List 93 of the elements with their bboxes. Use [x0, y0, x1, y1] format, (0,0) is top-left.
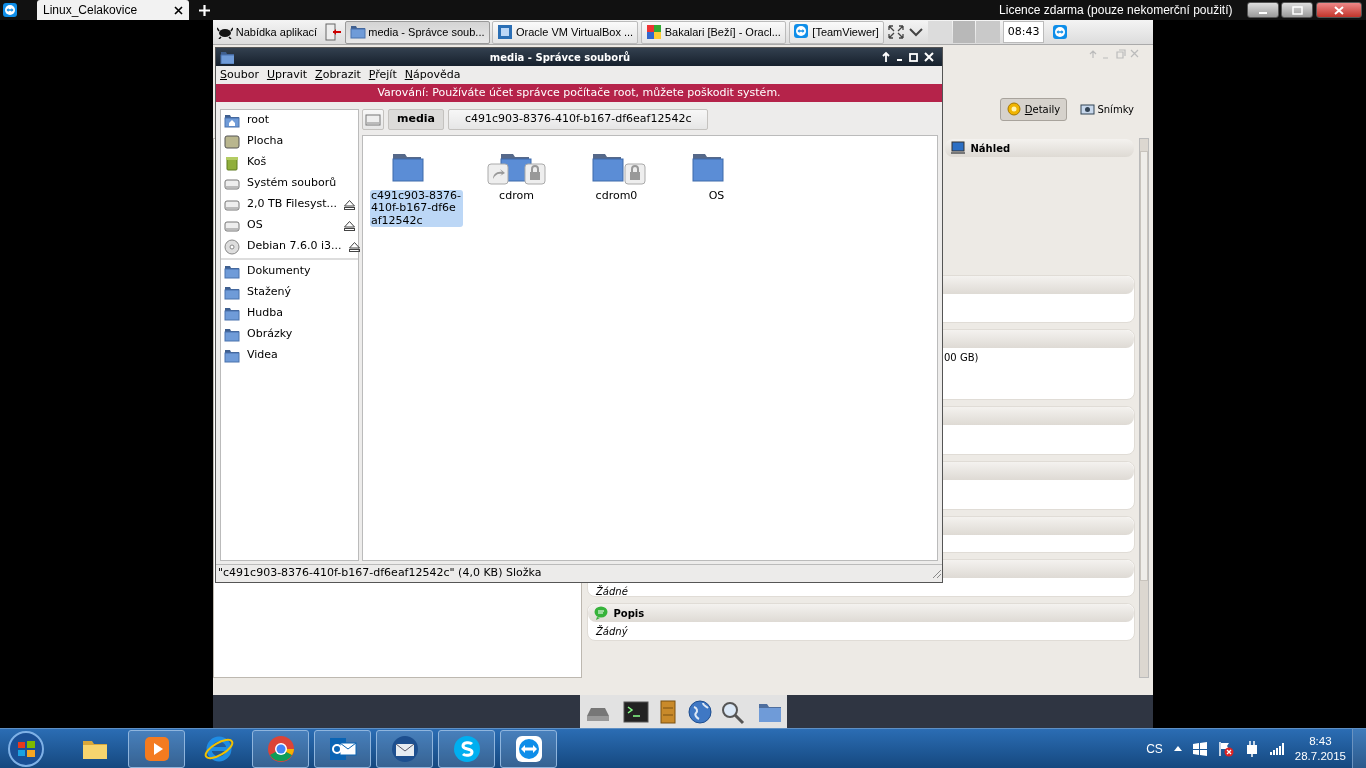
menu-item[interactable]: Přejít	[368, 66, 397, 84]
minimize-button[interactable]	[1246, 2, 1279, 18]
drive-icon	[365, 113, 381, 126]
sidebar-item[interactable]: Koš	[221, 152, 358, 173]
session-tab[interactable]: Linux_Celakovice	[37, 0, 189, 20]
monitor-icon	[951, 141, 965, 155]
taskbar-app-button[interactable]	[376, 729, 433, 768]
path-toggle-button[interactable]	[362, 109, 384, 130]
sidebar-item[interactable]: Dokumenty	[221, 261, 358, 282]
window-title: media - Správce souborů	[488, 50, 632, 65]
detail-text: Žádný	[595, 624, 629, 639]
signal-bars-icon[interactable]	[1269, 742, 1284, 755]
sidebar-item[interactable]: Videa	[221, 345, 358, 366]
scrollbar-thumb[interactable]	[1140, 151, 1148, 581]
folder-icon	[224, 305, 240, 322]
dock-globe-icon[interactable]	[686, 697, 714, 726]
sidebar-item[interactable]: Plocha	[221, 131, 358, 152]
grid-icon[interactable]	[645, 24, 662, 40]
trash-icon	[224, 154, 240, 171]
workspace-switcher[interactable]	[928, 21, 1000, 43]
windows-flag-icon[interactable]	[1192, 741, 1207, 756]
sidebar-item[interactable]: Debian 7.6.0 i3...	[221, 236, 358, 257]
plus-icon[interactable]	[199, 4, 210, 16]
folder-icon	[224, 263, 240, 280]
taskbar-app-button[interactable]	[500, 729, 557, 768]
panel-clock: 08:43	[1002, 20, 1045, 44]
taskbar-button[interactable]: [TeamViewer]	[788, 20, 884, 44]
taskbar-app-button[interactable]	[314, 729, 371, 768]
license-text: Licence zdarma (pouze nekomerční použití)	[999, 2, 1233, 19]
teamviewer-icon[interactable]	[793, 24, 810, 40]
eject-icon[interactable]	[348, 241, 360, 252]
power-plug-icon[interactable]	[1244, 740, 1259, 757]
folder-icon	[224, 284, 240, 301]
toolbar-tab[interactable]: Snímky	[1072, 98, 1141, 121]
status-text: "c491c903-8376-410f-b167-df6eaf12542c" (4,0 KB) Složka	[218, 564, 542, 581]
folder-icon	[220, 50, 234, 64]
taskbar-button[interactable]: Bakalari [Beží] - Oracl...	[640, 20, 786, 44]
sidebar-item[interactable]: Systém souborů	[221, 173, 358, 194]
camera-icon[interactable]	[1079, 102, 1095, 117]
taskbar-button[interactable]: media - Správce soub...	[344, 20, 490, 44]
path-button[interactable]: media	[388, 109, 444, 130]
teamviewer-icon[interactable]	[1053, 25, 1068, 39]
menu-item[interactable]: Nápověda	[404, 66, 461, 84]
taskbar-app-button[interactable]	[128, 729, 185, 768]
file-name[interactable]: cdrom	[498, 189, 535, 203]
eject-icon[interactable]	[344, 220, 355, 231]
window-buttons-drawing	[1089, 49, 1139, 59]
logout-icon[interactable]	[323, 23, 342, 41]
file-name[interactable]: c491c903-8376-410f-b167-df6eaf12542c	[370, 189, 463, 228]
clock-time[interactable]: 8:43	[1294, 733, 1346, 749]
sidebar-item[interactable]: Hudba	[221, 303, 358, 324]
file-name[interactable]: cdrom0	[594, 189, 639, 203]
detail-text: Žádné	[595, 584, 629, 596]
folder-icon[interactable]	[349, 24, 366, 40]
disc-icon	[224, 238, 240, 255]
sidebar-item[interactable]: Stažený	[221, 282, 358, 303]
home-folder-icon	[224, 112, 240, 129]
teamviewer-icon	[3, 3, 17, 17]
fullscreen-icon[interactable]	[886, 24, 905, 40]
menu-item[interactable]: Zobrazit	[315, 66, 361, 84]
sidebar-item[interactable]: Obrázky	[221, 324, 358, 345]
clock-date[interactable]: 28.7.2015	[1294, 748, 1346, 764]
sidebar-item[interactable]: root	[221, 110, 358, 131]
sidebar-item[interactable]: 2,0 TB Filesyst...	[221, 194, 358, 215]
path-button[interactable]: c491c903-8376-410f-b167-df6eaf12542c	[448, 109, 709, 130]
menu-item[interactable]: Soubor	[220, 66, 259, 84]
close-icon[interactable]	[174, 5, 183, 15]
scrollbar[interactable]	[1139, 138, 1149, 678]
desktop-icon	[224, 133, 240, 150]
sidebar-item[interactable]: OS	[221, 215, 358, 236]
taskbar-button[interactable]: Oracle VM VirtualBox ...	[492, 20, 639, 44]
section-header: Náhled	[945, 139, 1134, 157]
caret-up-icon[interactable]	[1173, 746, 1182, 751]
speech-bubble-icon	[594, 606, 608, 620]
language-indicator[interactable]: CS	[1146, 739, 1163, 758]
file-name[interactable]: OS	[707, 189, 726, 203]
section-header: Popis	[588, 604, 1134, 622]
taskbar-app-button[interactable]	[438, 729, 495, 768]
folder-icon	[224, 347, 240, 364]
taskbar-app-button[interactable]	[252, 729, 309, 768]
detail-text: 00 GB)	[943, 351, 980, 365]
resize-grip-icon	[930, 567, 942, 579]
folder-icon	[224, 326, 240, 343]
warning-text: Varování: Používáte účet správce počítače root, můžete poškodit systém.	[377, 84, 781, 101]
flag-warning-icon[interactable]	[1217, 740, 1234, 757]
app-menu-button[interactable]: Nabídka aplikací	[213, 20, 322, 44]
start-button[interactable]	[6, 729, 46, 768]
menu-item[interactable]: Upravit	[266, 66, 308, 84]
restore-button[interactable]	[1281, 2, 1314, 18]
tab-label: Linux_Celakovice	[43, 2, 138, 19]
close-button[interactable]	[1316, 2, 1362, 18]
eject-icon[interactable]	[344, 199, 355, 210]
toolbar-tab[interactable]: Detaily	[1000, 98, 1068, 121]
